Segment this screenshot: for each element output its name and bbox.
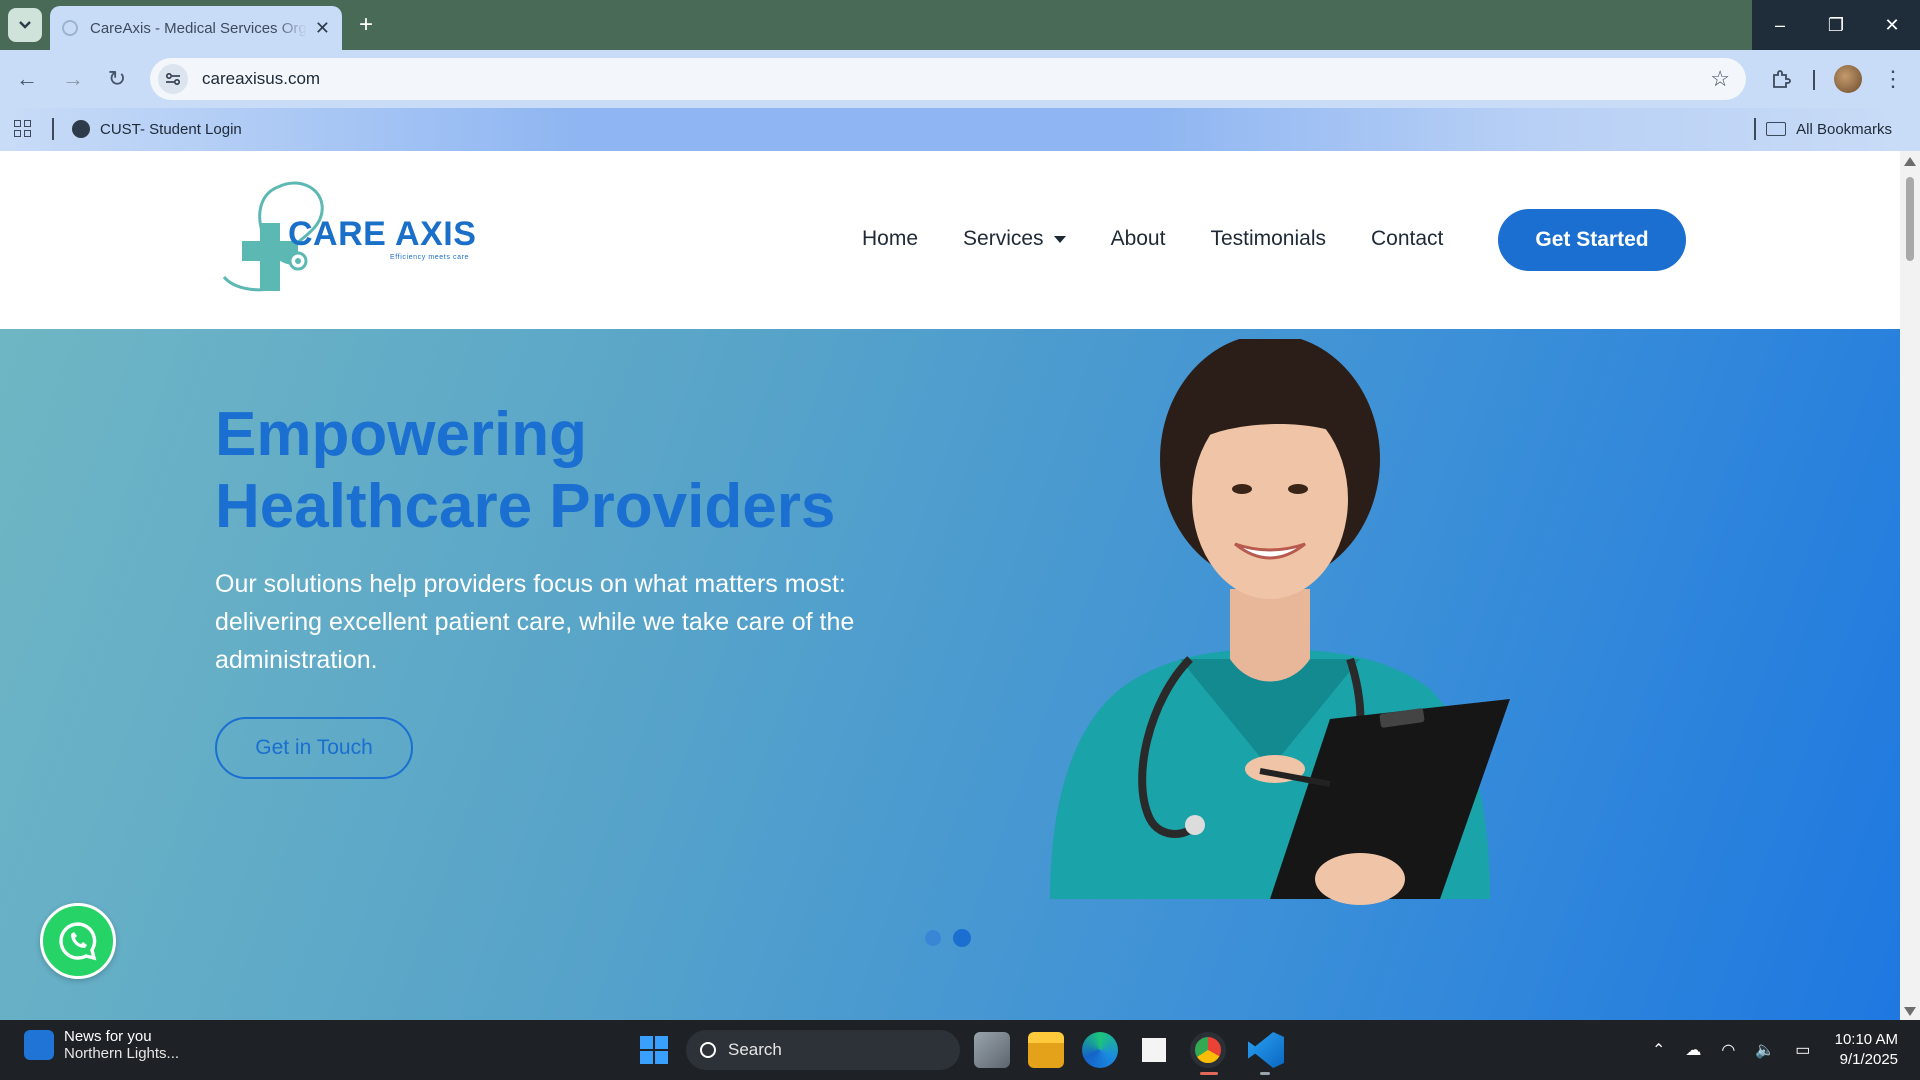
- nav-services-label: Services: [963, 227, 1044, 250]
- hero-title-line-2: Healthcare Providers: [215, 472, 836, 541]
- favicon-icon: [62, 20, 78, 36]
- logo-wordmark: CARE AXIS: [288, 215, 477, 253]
- back-arrow-icon[interactable]: ←: [12, 64, 42, 94]
- bookmarks-divider-right: [1754, 118, 1756, 140]
- bookmarks-divider: [52, 118, 54, 140]
- page-scrollbar[interactable]: [1900, 151, 1920, 1020]
- url-text: careaxisus.com: [202, 69, 321, 88]
- address-bar[interactable]: careaxisus.com ☆: [150, 58, 1746, 100]
- tab-search-button[interactable]: [8, 8, 42, 42]
- browser-toolbar: ← → ↻ careaxisus.com ☆ ⋮: [0, 50, 1920, 108]
- get-started-button[interactable]: Get Started: [1498, 209, 1686, 271]
- nav-testimonials[interactable]: Testimonials: [1210, 227, 1326, 251]
- news-title: News for you: [64, 1028, 152, 1045]
- clock-time: 10:10 AM: [1834, 1031, 1898, 1048]
- site-info-icon[interactable]: [158, 64, 188, 94]
- scroll-down-arrow-icon[interactable]: [1904, 1007, 1916, 1016]
- wifi-icon[interactable]: ◠: [1721, 1040, 1735, 1060]
- extensions-icon[interactable]: [1766, 64, 1796, 94]
- vscode-running-indicator: [1260, 1072, 1270, 1075]
- bookmark-cust-login[interactable]: CUST- Student Login: [72, 116, 242, 142]
- hero-title-line-1: Empowering: [215, 400, 588, 469]
- carousel-indicators: [925, 929, 983, 947]
- news-text: News for you Northern Lights...: [64, 1028, 179, 1062]
- windows-taskbar: News for you Northern Lights... Search ⌃…: [0, 1020, 1920, 1080]
- main-navigation: Home Services About Testimonials Contact: [862, 227, 1488, 251]
- close-window-icon[interactable]: ✕: [1864, 0, 1920, 50]
- taskbar-search[interactable]: Search: [686, 1030, 960, 1070]
- taskbar-search-label: Search: [728, 1040, 782, 1059]
- get-in-touch-button[interactable]: Get in Touch: [215, 717, 413, 779]
- tab-title: CareAxis - Medical Services Organization: [90, 19, 307, 37]
- bookmarks-bar: CUST- Student Login All Bookmarks: [0, 108, 1920, 151]
- news-subtitle: Northern Lights...: [64, 1045, 180, 1062]
- chrome-active-indicator: [1200, 1072, 1218, 1075]
- carousel-dot-1[interactable]: [925, 930, 941, 946]
- nav-home[interactable]: Home: [862, 227, 918, 251]
- file-explorer-icon[interactable]: [1028, 1032, 1064, 1068]
- logo-tagline: Efficiency meets care: [390, 254, 469, 261]
- care-axis-logo[interactable]: CARE AXIS Efficiency meets care: [218, 179, 488, 295]
- chevron-up-icon[interactable]: ⌃: [1652, 1040, 1665, 1060]
- more-menu-icon[interactable]: ⋮: [1878, 64, 1908, 94]
- folder-icon: [1766, 122, 1787, 136]
- chevron-down-icon: [19, 21, 31, 29]
- restore-icon[interactable]: ❐: [1808, 0, 1864, 50]
- bookmark-label: CUST- Student Login: [100, 120, 242, 138]
- whatsapp-chat-button[interactable]: [40, 903, 116, 979]
- globe-icon: [72, 120, 90, 138]
- caret-down-icon: [1053, 235, 1066, 243]
- minimize-icon[interactable]: –: [1752, 0, 1808, 50]
- new-tab-button[interactable]: +: [352, 11, 380, 39]
- close-tab-icon[interactable]: ✕: [315, 18, 330, 39]
- task-view-icon[interactable]: [974, 1032, 1010, 1068]
- all-bookmarks-button[interactable]: All Bookmarks: [1766, 116, 1892, 142]
- microsoft-store-icon[interactable]: [1136, 1032, 1172, 1068]
- browser-tab-active[interactable]: CareAxis - Medical Services Organization…: [50, 6, 342, 50]
- nav-services[interactable]: Services: [963, 227, 1066, 251]
- nav-about[interactable]: About: [1111, 227, 1166, 251]
- hero-section: Empowering Healthcare Providers Our solu…: [0, 329, 1900, 1020]
- battery-icon[interactable]: ▭: [1795, 1040, 1810, 1060]
- chrome-icon[interactable]: [1190, 1032, 1226, 1068]
- site-header: CARE AXIS Efficiency meets care Home Ser…: [0, 151, 1900, 329]
- window-controls: – ❐ ✕: [1752, 0, 1920, 50]
- hero-subtitle: Our solutions help providers focus on wh…: [215, 570, 855, 674]
- carousel-dot-2[interactable]: [953, 929, 971, 947]
- scroll-up-arrow-icon[interactable]: [1904, 157, 1916, 166]
- volume-icon[interactable]: 🔈: [1755, 1040, 1775, 1060]
- system-tray: ⌃ ☁ ◠ 🔈 ▭: [1652, 1040, 1830, 1060]
- news-widget[interactable]: News for you Northern Lights...: [24, 1028, 179, 1062]
- nurse-with-clipboard-image: [1050, 339, 1510, 905]
- web-page: CARE AXIS Efficiency meets care Home Ser…: [0, 151, 1900, 1020]
- hero-title: Empowering Healthcare Providers: [215, 399, 935, 543]
- toolbar-divider: [1813, 70, 1815, 90]
- forward-arrow-icon[interactable]: →: [58, 64, 88, 94]
- taskbar-clock[interactable]: 10:10 AM 9/1/2025: [1822, 1030, 1898, 1070]
- whatsapp-icon: [59, 922, 97, 961]
- clock-date: 9/1/2025: [1839, 1051, 1898, 1068]
- scrollbar-thumb[interactable]: [1906, 177, 1914, 261]
- onedrive-cloud-icon[interactable]: ☁: [1685, 1040, 1701, 1060]
- search-icon: [700, 1042, 716, 1058]
- browser-titlebar: CareAxis - Medical Services Organization…: [0, 0, 1920, 50]
- windows-start-icon[interactable]: [640, 1036, 668, 1064]
- reload-icon[interactable]: ↻: [102, 64, 132, 94]
- profile-avatar[interactable]: [1834, 65, 1862, 93]
- vscode-icon[interactable]: [1248, 1032, 1284, 1068]
- edge-browser-icon[interactable]: [1082, 1032, 1118, 1068]
- news-icon: [24, 1030, 54, 1060]
- nav-contact[interactable]: Contact: [1371, 227, 1443, 251]
- all-bookmarks-label: All Bookmarks: [1796, 120, 1892, 138]
- bookmark-star-icon[interactable]: ☆: [1710, 66, 1730, 92]
- apps-grid-icon[interactable]: [14, 120, 32, 138]
